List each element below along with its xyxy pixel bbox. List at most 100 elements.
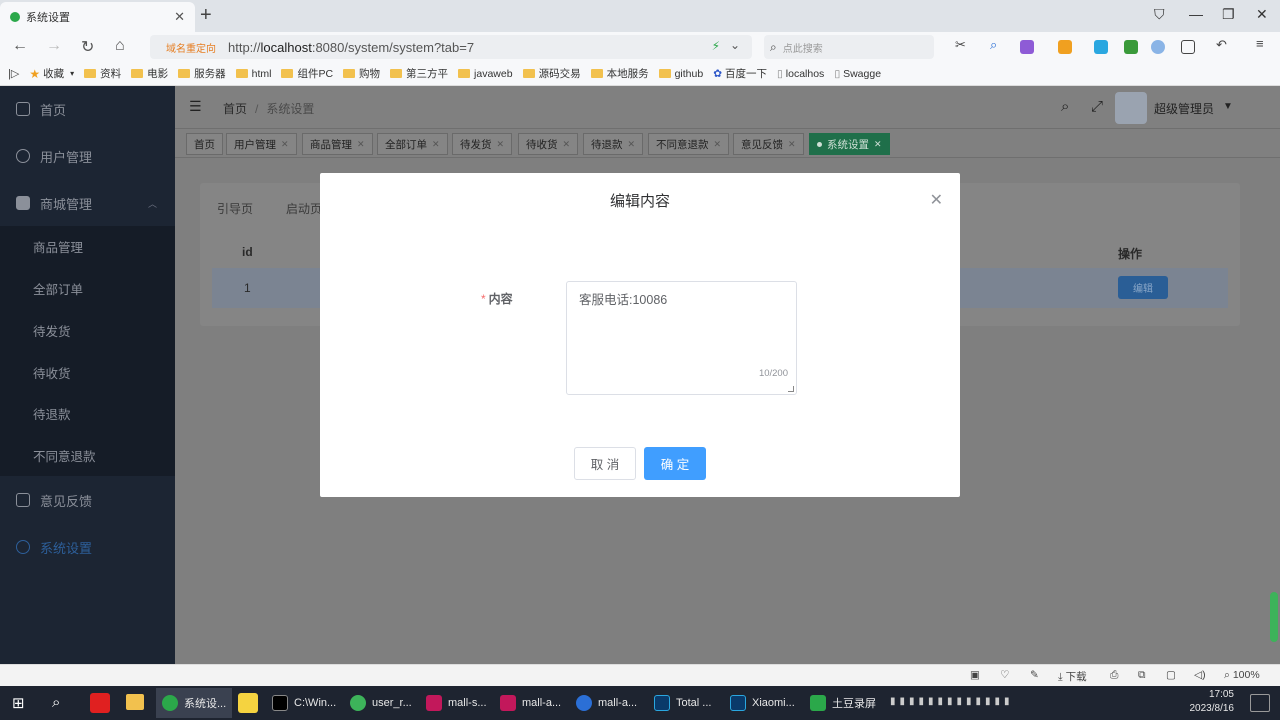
content-textarea[interactable]: 客服电话:10086 10/200 xyxy=(566,281,797,395)
minimize-icon[interactable]: — xyxy=(1189,6,1203,22)
search-icon[interactable]: ⌕ xyxy=(1061,98,1069,115)
close-icon[interactable]: ✕ xyxy=(628,139,636,150)
tag-users[interactable]: 用户管理 ✕ xyxy=(226,133,297,155)
extension-icon[interactable] xyxy=(1124,40,1138,54)
url-field[interactable]: 域名重定向 http://localhost:8080/system/syste… xyxy=(150,35,752,59)
sidebar-item-mall[interactable]: 商城管理 ︿ xyxy=(0,180,175,226)
zoom-level[interactable]: ⌕ 100% xyxy=(1224,669,1260,682)
taskbar-app-user[interactable]: user_r... xyxy=(344,688,418,718)
bookmark-item[interactable]: 组件PC xyxy=(281,66,333,81)
close-icon[interactable]: ✕ xyxy=(497,139,505,150)
tab-launch[interactable]: 启动页 xyxy=(286,200,322,217)
tag-to-receive[interactable]: 待收货 ✕ xyxy=(518,133,579,155)
triangle-icon[interactable] xyxy=(1094,40,1108,54)
notification-icon[interactable] xyxy=(1250,694,1270,712)
translate-icon[interactable] xyxy=(1020,40,1034,54)
skin-icon[interactable]: ⛉ xyxy=(1154,6,1165,23)
taskbar-app-total[interactable]: Total ... xyxy=(648,688,717,718)
caret-down-icon[interactable]: ▼ xyxy=(1223,101,1233,112)
grid-icon[interactable] xyxy=(1181,40,1195,54)
windows-start-icon[interactable]: ⊞ xyxy=(12,694,25,712)
close-icon[interactable]: ✕ xyxy=(563,139,571,150)
download-status[interactable]: ⤓ 下载 xyxy=(1058,669,1087,684)
user-name[interactable]: 超级管理员 xyxy=(1154,100,1214,117)
resize-handle-icon[interactable] xyxy=(788,386,794,392)
submenu-item-products[interactable]: 商品管理 xyxy=(0,226,175,266)
browser-tab[interactable]: 系统设置 ✕ xyxy=(0,2,195,32)
close-icon[interactable]: ✕ xyxy=(714,139,722,150)
menu-icon[interactable]: ≡ xyxy=(1256,36,1270,51)
tag-refund-denied[interactable]: 不同意退款 ✕ xyxy=(648,133,730,155)
bookmark-item[interactable]: 购物 xyxy=(343,66,380,81)
close-icon[interactable]: ✕ xyxy=(432,139,440,150)
back-icon[interactable]: ← xyxy=(12,37,28,55)
chevron-down-icon[interactable]: ⌄ xyxy=(730,38,740,52)
submenu-item-refund-denied[interactable]: 不同意退款 xyxy=(0,435,175,475)
print-icon[interactable]: ⎙ xyxy=(1110,669,1118,682)
sidebar-item-settings[interactable]: 系统设置 xyxy=(0,524,175,570)
taskbar-app-idea-1[interactable]: mall-s... xyxy=(420,688,493,718)
close-icon[interactable]: ✕ xyxy=(930,190,943,210)
submenu-item-refund[interactable]: 待退款 xyxy=(0,393,175,433)
bookmark-item[interactable]: 第三方平 xyxy=(390,66,448,81)
image-icon[interactable]: ▣ xyxy=(970,669,980,681)
tag-settings[interactable]: 系统设置 ✕ xyxy=(809,133,890,155)
sidebar-item-home[interactable]: 首页 xyxy=(0,86,175,132)
magnifier-icon[interactable]: ⌕ xyxy=(990,37,1004,52)
close-icon[interactable]: ✕ xyxy=(874,139,882,150)
bookmark-item[interactable]: html xyxy=(235,68,271,80)
bookmark-item[interactable]: 服务器 xyxy=(178,66,226,81)
tab-guide[interactable]: 引导页 xyxy=(217,200,253,217)
submenu-item-to-receive[interactable]: 待收货 xyxy=(0,352,175,392)
bookmark-item[interactable]: ✿ 百度一下 xyxy=(713,66,767,81)
scissors-icon[interactable]: ✂ xyxy=(955,37,969,52)
bookmark-item[interactable]: 电影 xyxy=(131,66,168,81)
close-icon[interactable]: ✕ xyxy=(281,139,289,150)
breadcrumb-home[interactable]: 首页 xyxy=(223,102,247,116)
hamburger-icon[interactable]: ☰ xyxy=(189,98,202,115)
file-explorer-icon[interactable] xyxy=(126,694,144,710)
bookmark-item[interactable]: ▯ localhos xyxy=(777,68,824,80)
window-icon[interactable]: ▢ xyxy=(1166,669,1176,681)
fullscreen-icon[interactable]: ⤢ xyxy=(1091,98,1103,115)
tag-to-ship[interactable]: 待发货 ✕ xyxy=(452,133,513,155)
taskbar-app-mall-admin[interactable]: mall-a... xyxy=(570,688,643,718)
taskbar-app-recorder[interactable]: 土豆录屏 xyxy=(804,688,882,718)
bookmark-item[interactable]: 源码交易 xyxy=(522,66,581,81)
confirm-button[interactable]: 确 定 xyxy=(644,447,706,480)
taskbar-app-cmd[interactable]: C:\Win... xyxy=(266,688,342,718)
tag-products[interactable]: 商品管理 ✕ xyxy=(302,133,373,155)
submenu-item-to-ship[interactable]: 待发货 xyxy=(0,310,175,350)
cancel-button[interactable]: 取 消 xyxy=(574,447,636,480)
bookmark-item[interactable]: github xyxy=(658,68,703,80)
close-window-icon[interactable]: ✕ xyxy=(1256,6,1268,23)
search-icon[interactable]: ⌕ xyxy=(52,694,60,711)
bookmark-item[interactable]: ▯ Swagge xyxy=(834,68,881,80)
shield-icon[interactable] xyxy=(1058,40,1072,54)
tag-refund[interactable]: 待退款 ✕ xyxy=(583,133,644,155)
sound-icon[interactable]: ◁) xyxy=(1194,669,1206,681)
scrollbar[interactable] xyxy=(1270,592,1278,642)
edit-button[interactable]: 编辑 xyxy=(1118,276,1168,299)
undo-icon[interactable]: ↶ xyxy=(1216,37,1230,52)
taskbar-app-xiaomi[interactable]: Xiaomi... xyxy=(724,688,801,718)
tag-feedback[interactable]: 意见反馈 ✕ xyxy=(733,133,804,155)
heart-icon[interactable]: ♡ xyxy=(1000,669,1009,681)
sidebar-toggle-icon[interactable]: |▷ xyxy=(8,67,19,80)
copy-icon[interactable]: ⧉ xyxy=(1138,669,1146,682)
forward-icon[interactable]: → xyxy=(46,37,62,55)
sidebar-item-feedback[interactable]: 意见反馈 xyxy=(0,477,175,523)
close-icon[interactable]: ✕ xyxy=(788,139,796,150)
bookmark-item[interactable]: 资料 xyxy=(84,66,121,81)
new-tab-icon[interactable]: + xyxy=(200,4,212,27)
reload-icon[interactable]: ↻ xyxy=(81,37,94,57)
close-icon[interactable]: ✕ xyxy=(357,139,365,150)
sticky-notes-icon[interactable] xyxy=(238,693,258,713)
browser-search-input[interactable]: ⌕ 点此搜索 xyxy=(764,35,934,59)
youdao-icon[interactable] xyxy=(90,693,110,713)
avatar[interactable] xyxy=(1115,92,1147,124)
taskbar-app-browser[interactable]: 系统设... xyxy=(156,688,233,718)
restore-icon[interactable]: ❐ xyxy=(1222,6,1235,23)
bookmark-item[interactable]: 本地服务 xyxy=(590,66,649,81)
minus-circle-icon[interactable] xyxy=(1151,40,1165,54)
